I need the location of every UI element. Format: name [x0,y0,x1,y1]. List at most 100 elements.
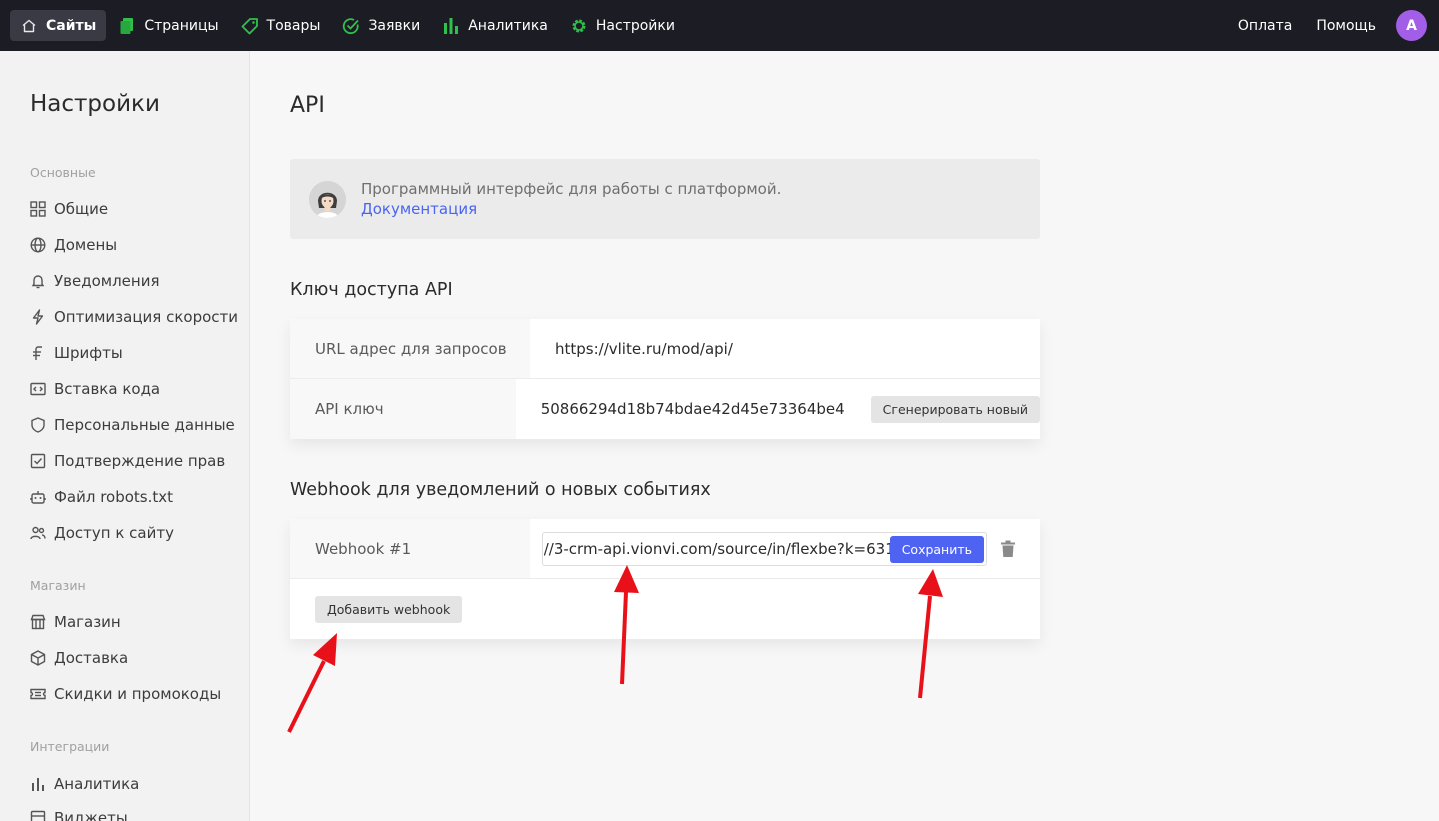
lightning-icon [29,308,47,326]
sidebar-item-widgets[interactable]: Виджеты [29,809,128,821]
sidebar-item-label: Подтверждение прав [54,452,226,470]
sidebar-item-label: Шрифты [54,344,123,362]
api-key-row: API ключ 50866294d18b74bdae42d45e73364be… [290,379,1040,439]
help-link[interactable]: Помощь [1316,18,1376,34]
nav-settings[interactable]: Настройки [560,10,685,41]
save-webhook-button[interactable]: Сохранить [889,535,984,563]
sidebar-item-label: Скидки и промокоды [54,685,222,703]
sidebar-item-personal-data[interactable]: Персональные данные [29,416,235,434]
api-key-label: API ключ [290,379,516,439]
documentation-link[interactable]: Документация [361,200,477,218]
sidebar-item-label: Аналитика [54,775,140,793]
api-key-value: 50866294d18b74bdae42d45e73364be4 [540,400,845,418]
sidebar-item-label: Оптимизация скорости [54,308,238,326]
add-webhook-row: Добавить webhook [290,579,1040,639]
sidebar-item-label: Доступ к сайту [54,524,174,542]
top-right-group: Оплата Помощь A [1214,10,1429,41]
settings-sidebar: Настройки Основные Общие Домены Уведомле… [0,51,250,821]
sidebar-item-label: Доставка [54,649,129,667]
gear-icon [570,17,588,35]
sidebar-item-label: Домены [54,236,118,254]
sidebar-item-label: Общие [54,200,109,218]
sidebar-item-label: Вставка кода [54,380,161,398]
webhook-card: Webhook #1 Сохранить Добавить webhook [290,519,1040,639]
nav-pages[interactable]: Страницы [108,10,228,41]
webhook-row: Webhook #1 Сохранить [290,519,1040,579]
payment-link[interactable]: Оплата [1238,18,1292,34]
info-text: Программный интерфейс для работы с платф… [361,180,782,198]
nav-pages-label: Страницы [144,17,219,34]
sidebar-item-verification[interactable]: Подтверждение прав [29,452,225,470]
sidebar-item-general[interactable]: Общие [29,200,108,218]
grid-icon [29,200,47,218]
api-url-row: URL адрес для запросов https://vlite.ru/… [290,319,1040,379]
sidebar-item-label: Магазин [54,613,121,631]
api-key-value-container: 50866294d18b74bdae42d45e73364be4 Сгенери… [516,395,1040,423]
sidebar-title: Настройки [30,91,160,117]
font-icon [29,344,47,362]
webhook-label: Webhook #1 [290,519,530,578]
sidebar-item-discounts[interactable]: Скидки и промокоды [29,685,221,703]
sidebar-item-label: Персональные данные [54,416,235,434]
sidebar-item-site-access[interactable]: Доступ к сайту [29,524,174,542]
ticket-icon [29,685,47,703]
nav-analytics-label: Аналитика [468,17,548,34]
nav-sites[interactable]: Сайты [10,10,107,41]
generate-key-button[interactable]: Сгенерировать новый [870,395,1040,423]
section-basic-heading: Основные [30,165,96,180]
api-key-heading: Ключ доступа API [290,280,453,300]
check-circle-icon [342,17,360,35]
sidebar-item-speed[interactable]: Оптимизация скорости [29,308,238,326]
users-icon [29,524,47,542]
sidebar-item-label: Уведомления [54,272,160,290]
nav-settings-label: Настройки [595,17,675,34]
nav-products[interactable]: Товары [231,10,331,41]
bar-chart-icon [29,775,47,793]
sidebar-item-analytics[interactable]: Аналитика [29,775,139,793]
nav-products-label: Товары [266,17,321,34]
webhook-value-container: Сохранить [530,531,1040,566]
webhook-url-input[interactable] [543,539,903,558]
sidebar-item-store[interactable]: Магазин [29,613,121,631]
sidebar-item-domains[interactable]: Домены [29,236,117,254]
page-title: API [290,93,325,118]
top-navigation-bar: Сайты Страницы Товары Заявки Аналитика Н… [0,0,1439,51]
avatar[interactable]: A [1396,10,1427,41]
code-icon [29,380,47,398]
globe-icon [29,236,47,254]
home-icon [20,17,38,35]
nav-requests-label: Заявки [368,17,421,34]
sidebar-item-label: Файл robots.txt [54,488,174,506]
sidebar-item-code[interactable]: Вставка кода [29,380,160,398]
bell-icon [29,272,47,290]
sidebar-item-label: Виджеты [54,809,128,821]
store-icon [29,613,47,631]
webhook-url-field[interactable]: Сохранить [542,531,987,566]
api-key-card: URL адрес для запросов https://vlite.ru/… [290,319,1040,439]
trash-icon[interactable] [1000,540,1016,558]
sidebar-item-robots[interactable]: Файл robots.txt [29,488,173,506]
tag-icon [241,17,259,35]
sidebar-item-notifications[interactable]: Уведомления [29,272,159,290]
info-banner: Программный интерфейс для работы с платф… [290,159,1040,239]
bar-chart-icon [442,17,460,35]
sidebar-item-delivery[interactable]: Доставка [29,649,128,667]
box-icon [29,649,47,667]
api-url-label: URL адрес для запросов [290,319,530,378]
main-content: API Программный интерфейс для работы с п… [251,51,1439,821]
nav-requests[interactable]: Заявки [332,10,430,41]
add-webhook-button[interactable]: Добавить webhook [315,595,463,623]
shield-icon [29,416,47,434]
api-url-value: https://vlite.ru/mod/api/ [555,339,733,358]
section-integrations-heading: Интеграции [30,739,110,754]
nav-sites-label: Сайты [46,17,97,34]
sidebar-item-fonts[interactable]: Шрифты [29,344,123,362]
section-shop-heading: Магазин [30,578,86,593]
robot-icon [29,488,47,506]
checkbox-icon [29,452,47,470]
webhook-heading: Webhook для уведомлений о новых событиях [290,480,711,500]
nav-analytics[interactable]: Аналитика [432,10,558,41]
assistant-avatar [309,181,346,218]
pages-icon [118,17,136,35]
widget-icon [29,809,47,821]
